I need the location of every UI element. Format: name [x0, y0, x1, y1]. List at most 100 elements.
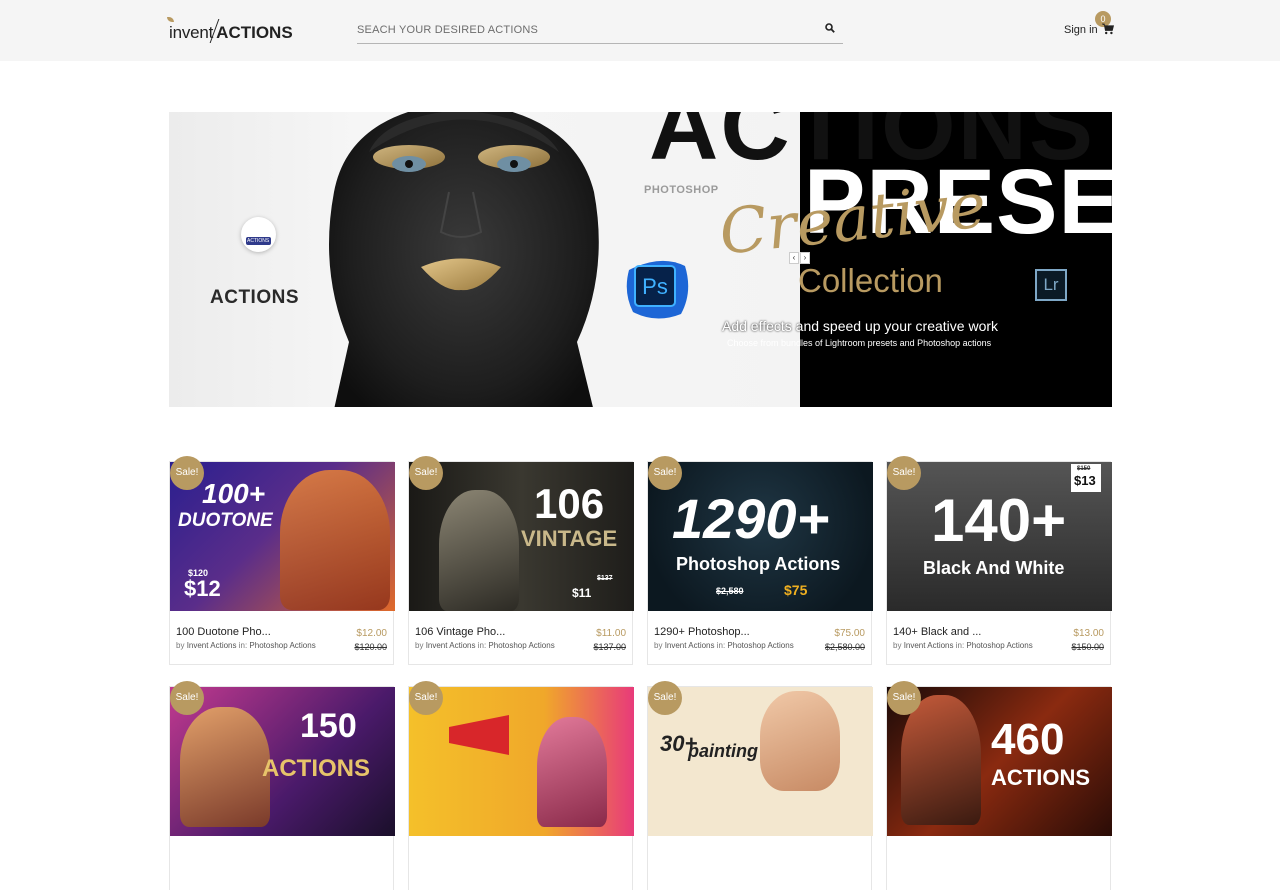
product-price: $12.00 [356, 628, 387, 639]
product-card[interactable]: Sale! 100+ DUOTONE $120 $12 100 Duotone … [169, 456, 395, 665]
sale-badge: Sale! [648, 681, 682, 715]
megaphone-icon [449, 715, 509, 755]
product-card[interactable]: Sale! 30+ painting [647, 681, 873, 890]
thumb-figure [180, 707, 270, 827]
sale-badge: Sale! [170, 456, 204, 490]
product-author[interactable]: Invent Actions [665, 641, 715, 650]
thumb-figure [280, 470, 390, 610]
product-price: $13.00 [1073, 628, 1104, 639]
product-old-price: $120.00 [354, 642, 387, 652]
thumb-new-price: $75 [784, 582, 808, 598]
thumb-old-price: $150 [1077, 466, 1091, 472]
product-thumbnail[interactable]: 460 ACTIONS [887, 687, 1112, 836]
product-card[interactable]: Sale! 150 ACTIONS [169, 681, 395, 890]
thumb-sub-text: DUOTONE [178, 510, 273, 531]
product-meta: by Invent Actions in: Photoshop Actions [176, 641, 316, 650]
product-card[interactable]: Sale! 106 VINTAGE $137 $11 106 Vintage P… [408, 456, 634, 665]
meta-in: in: [477, 641, 487, 650]
meta-by: by [176, 641, 185, 650]
thumb-main-text: 100+ [202, 478, 266, 509]
thumb-figure [439, 490, 519, 611]
meta-in: in: [955, 641, 965, 650]
logo-text-actions: ACTIONS [216, 23, 293, 42]
product-old-price: $150.00 [1071, 642, 1104, 652]
thumb-figure [760, 691, 840, 791]
thumb-old-price: $137 [597, 575, 613, 582]
meta-in: in: [716, 641, 726, 650]
product-category[interactable]: Photoshop Actions [249, 641, 315, 650]
meta-in: in: [238, 641, 248, 650]
product-card[interactable]: Sale! $150 $13 140+ Black And White 140+… [886, 456, 1112, 665]
lightroom-logo-icon: Lr [1035, 269, 1067, 301]
sale-badge: Sale! [409, 456, 443, 490]
product-thumbnail[interactable]: 106 VINTAGE $137 $11 [409, 462, 634, 611]
sale-badge: Sale! [648, 456, 682, 490]
product-category[interactable]: Photoshop Actions [727, 641, 793, 650]
thumb-new-price: $12 [184, 576, 221, 601]
thumb-new-price: $11 [572, 586, 592, 600]
thumb-sub-text: painting [688, 741, 758, 761]
product-price: $75.00 [834, 628, 865, 639]
banner-prev-button[interactable]: ‹ [789, 252, 799, 264]
product-thumbnail[interactable]: 150 ACTIONS [170, 687, 395, 836]
sale-badge: Sale! [887, 681, 921, 715]
banner-tagline: Add effects and speed up your creative w… [722, 318, 999, 334]
product-meta: by Invent Actions in: Photoshop Actions [415, 641, 555, 650]
search-bar [357, 17, 843, 44]
banner-photoshop-label: PHOTOSHOP [644, 184, 719, 196]
product-thumbnail[interactable]: 100+ DUOTONE $120 $12 [170, 462, 395, 611]
product-category[interactable]: Photoshop Actions [488, 641, 554, 650]
thumb-figure [901, 695, 981, 825]
product-old-price: $2,580.00 [824, 642, 865, 652]
product-author[interactable]: Invent Actions [904, 641, 954, 650]
product-title[interactable]: 1290+ Photoshop... [654, 626, 750, 638]
logo-text-invent: invent [169, 23, 214, 42]
meta-by: by [415, 641, 424, 650]
thumb-sub-text: ACTIONS [262, 755, 370, 782]
product-thumbnail[interactable] [409, 687, 634, 836]
product-thumbnail[interactable]: $150 $13 140+ Black And White [887, 462, 1112, 611]
product-title[interactable]: 100 Duotone Pho... [176, 626, 271, 638]
product-meta: by Invent Actions in: Photoshop Actions [893, 641, 1033, 650]
banner-next-button[interactable]: › [800, 252, 810, 264]
search-input[interactable] [357, 21, 797, 39]
meta-by: by [654, 641, 663, 650]
banner-subline: Choose from bundles of Lightroom presets… [727, 338, 992, 348]
sign-in-link[interactable]: Sign in [1064, 24, 1098, 36]
thumb-figure [537, 717, 607, 827]
thumb-old-price: $2,580 [716, 586, 744, 596]
product-author[interactable]: Invent Actions [187, 641, 237, 650]
product-title[interactable]: 140+ Black and ... [893, 626, 981, 638]
thumb-sub-text: Photoshop Actions [676, 554, 841, 574]
thumb-main-text: 1290+ [672, 487, 830, 550]
site-logo[interactable]: invent ACTIONS [167, 17, 293, 43]
product-card[interactable]: Sale! 1290+ Photoshop Actions $2,580 $75… [647, 456, 873, 665]
banner-collection: Collection [798, 262, 943, 299]
thumb-sub-text: VINTAGE [521, 526, 618, 551]
thumb-sub-text: Black And White [923, 558, 1065, 578]
thumb-new-price: $13 [1074, 473, 1096, 488]
sale-badge: Sale! [887, 456, 921, 490]
product-category[interactable]: Photoshop Actions [966, 641, 1032, 650]
banner-portrait [329, 112, 599, 407]
thumb-main-text: 150 [300, 707, 357, 745]
hero-banner[interactable]: ACTIONS PRESE PHOTOSHOP Creative Collect… [169, 112, 1112, 407]
product-meta: by Invent Actions in: Photoshop Actions [654, 641, 794, 650]
sale-badge: Sale! [409, 681, 443, 715]
banner-logo-badge: ACTIONS [241, 217, 276, 252]
site-header: invent ACTIONS Sign in 0 [0, 0, 1280, 61]
search-icon[interactable] [825, 23, 835, 33]
cart-icon[interactable] [1102, 23, 1114, 35]
product-author[interactable]: Invent Actions [426, 641, 476, 650]
product-card[interactable]: Sale! [408, 681, 634, 890]
sale-badge: Sale! [170, 681, 204, 715]
banner-logo-text: ACTIONS [247, 238, 270, 244]
ps-label: Ps [642, 274, 668, 299]
product-price: $11.00 [596, 628, 626, 639]
thumb-main-text: 140+ [931, 487, 1067, 554]
product-thumbnail[interactable]: 1290+ Photoshop Actions $2,580 $75 [648, 462, 873, 611]
product-card[interactable]: Sale! 460 ACTIONS [886, 681, 1112, 890]
product-thumbnail[interactable]: 30+ painting [648, 687, 873, 836]
meta-by: by [893, 641, 902, 650]
product-title[interactable]: 106 Vintage Pho... [415, 626, 505, 638]
